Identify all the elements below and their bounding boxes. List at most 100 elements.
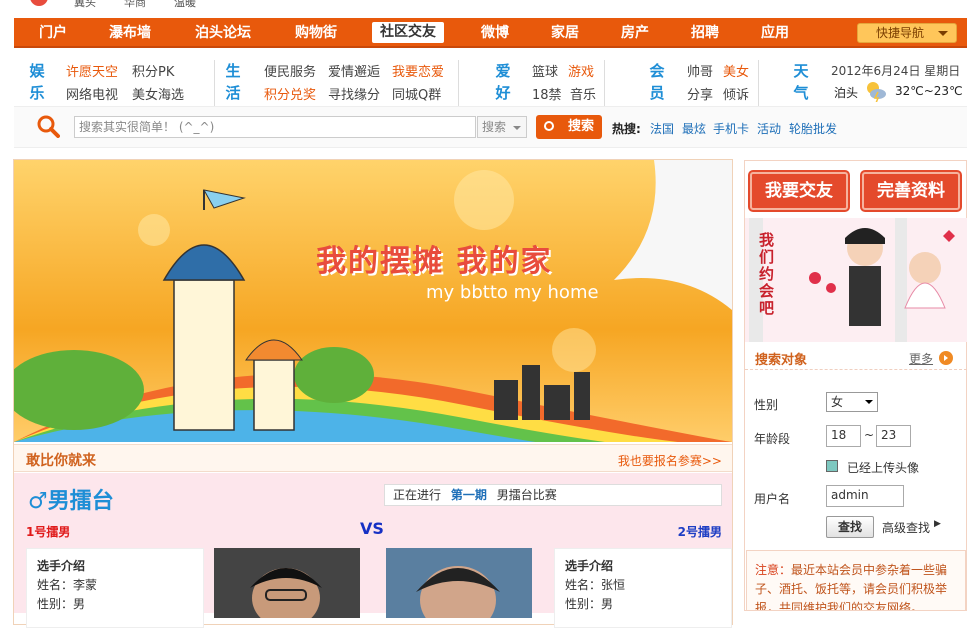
- nav-portal[interactable]: 门户: [34, 18, 72, 48]
- arena-title: ♂男擂台: [28, 489, 114, 514]
- link-confide[interactable]: 倾诉: [723, 84, 749, 103]
- search-button-label: 搜索: [567, 119, 594, 134]
- hot-search-label: 热搜:: [612, 122, 641, 136]
- complete-profile-button[interactable]: 完善资料: [862, 172, 960, 210]
- hot-word[interactable]: 活动: [757, 120, 781, 137]
- avatar-check-label: 已经上传头像: [847, 461, 920, 475]
- nav-jobs[interactable]: 招聘: [686, 18, 724, 48]
- gender-value: 女: [831, 395, 844, 409]
- nav-waterfall[interactable]: 瀑布墙: [104, 18, 156, 48]
- right-player-photo[interactable]: [386, 548, 532, 618]
- category-life-head: 生活: [225, 62, 241, 102]
- top-link[interactable]: 冀头: [74, 0, 96, 10]
- left-player-photo[interactable]: [214, 548, 360, 618]
- gender-select[interactable]: 女: [826, 392, 878, 412]
- chevron-down-icon: [513, 126, 521, 130]
- search-button[interactable]: 搜索: [536, 115, 602, 139]
- link-beauty-contest[interactable]: 美女海选: [132, 84, 184, 103]
- search-input[interactable]: 搜索其实很简单！ (^_^): [74, 116, 476, 138]
- avatar-checkbox[interactable]: [826, 460, 838, 472]
- arrow-right-icon[interactable]: [939, 351, 953, 365]
- link-share[interactable]: 分享: [687, 84, 713, 103]
- challenge-title: 敢比你就来: [26, 453, 96, 469]
- nav-estate[interactable]: 房产: [616, 18, 654, 48]
- username-input[interactable]: admin: [826, 485, 904, 507]
- right-label: 2号擂男: [677, 525, 722, 539]
- link-wish-sky[interactable]: 许愿天空: [66, 61, 118, 80]
- link-18[interactable]: 18禁: [532, 84, 562, 103]
- nav-weibo[interactable]: 微博: [476, 18, 514, 48]
- link-points-redeem[interactable]: 积分兑奖: [264, 84, 316, 103]
- link-beauty[interactable]: 美女: [723, 61, 749, 80]
- top-link[interactable]: 华商: [124, 0, 146, 10]
- player-gender: 性别：男: [37, 597, 86, 611]
- link-qq-groups[interactable]: 同城Q群: [392, 84, 441, 103]
- divider: [604, 60, 605, 106]
- link-find-fate[interactable]: 寻找缘分: [328, 84, 380, 103]
- hot-word[interactable]: 法国: [650, 120, 674, 137]
- top-link[interactable]: 温暖: [174, 0, 196, 10]
- link-music[interactable]: 音乐: [570, 84, 596, 103]
- status-round[interactable]: 第一期: [451, 488, 487, 502]
- sun-cloud-icon: [867, 82, 886, 102]
- category-member-head: 会员: [649, 62, 665, 102]
- age-to-input[interactable]: 23: [876, 425, 911, 447]
- search-icon: [544, 121, 554, 131]
- age-from-input[interactable]: 18: [826, 425, 861, 447]
- age-separator: ~: [864, 428, 875, 442]
- player-name: 姓名：李蒙: [37, 578, 98, 592]
- search-type-select[interactable]: 搜索: [477, 116, 527, 138]
- left-player-card: 选手介绍 姓名：李蒙 性别：男: [26, 548, 204, 628]
- quick-nav-button[interactable]: 快捷导航: [857, 23, 957, 43]
- player-photo-image: [416, 566, 500, 618]
- weather-city: 泊头: [834, 86, 859, 100]
- link-basketball[interactable]: 篮球: [532, 61, 558, 80]
- nav-forum[interactable]: 泊头论坛: [190, 18, 256, 48]
- vs-label: VS: [360, 519, 384, 538]
- more-link[interactable]: 更多: [909, 350, 933, 367]
- chevron-down-icon: [938, 31, 948, 36]
- link-handsome[interactable]: 帅哥: [687, 61, 713, 80]
- advanced-search-link[interactable]: 高级查找: [882, 519, 930, 536]
- make-friends-button[interactable]: 我要交友: [750, 172, 848, 210]
- status-text: 男擂台比赛: [496, 488, 557, 502]
- quick-nav-label: 快捷导航: [876, 26, 925, 40]
- player-intro-title: 选手介绍: [37, 559, 86, 573]
- challenge-bar: 敢比你就来 我也要报名参赛>>: [14, 444, 732, 472]
- love-text: 我们约会吧: [759, 231, 775, 317]
- nav-shopping[interactable]: 购物街: [290, 18, 342, 48]
- link-points-pk[interactable]: 积分PK: [132, 61, 174, 80]
- main-nav: 门户 瀑布墙 泊头论坛 购物街 社区交友 微博 家居 房产 招聘 应用 快捷导航: [14, 18, 967, 48]
- left-label: 1号擂男: [26, 525, 71, 539]
- arrow-right-icon: ▶: [934, 519, 941, 529]
- link-services[interactable]: 便民服务: [264, 61, 316, 80]
- link-love-encounter[interactable]: 爱情邂逅: [328, 61, 380, 80]
- player-name: 姓名：张恒: [565, 578, 626, 592]
- nav-home[interactable]: 家居: [546, 18, 584, 48]
- player-gender: 性别：男: [565, 597, 614, 611]
- gender-label: 性别: [754, 398, 779, 412]
- hot-word[interactable]: 最炫: [682, 120, 706, 137]
- link-want-love[interactable]: 我要恋爱: [392, 61, 444, 80]
- weather-temp: 32℃~23℃: [895, 84, 963, 98]
- player-intro-title: 选手介绍: [565, 559, 614, 573]
- nav-apps[interactable]: 应用: [756, 18, 794, 48]
- category-hobby-head: 爱好: [495, 62, 511, 102]
- signup-link[interactable]: 我也要报名参赛>>: [618, 452, 722, 469]
- weather-date: 2012年6月24日 星期日: [831, 64, 961, 78]
- search-icon: [37, 115, 60, 138]
- hot-word[interactable]: 手机卡: [713, 120, 749, 137]
- nav-community[interactable]: 社区交友: [372, 22, 444, 43]
- link-web-tv[interactable]: 网络电视: [66, 84, 118, 103]
- right-player-card: 选手介绍 姓名：张恒 性别：男: [554, 548, 732, 628]
- link-games[interactable]: 游戏: [568, 61, 594, 80]
- notice-label: 注意：: [755, 563, 792, 577]
- divider: [758, 60, 759, 106]
- divider: [214, 60, 215, 106]
- hero-banner[interactable]: 我的摆摊 我的家 my bbtto my home: [14, 160, 732, 442]
- find-button[interactable]: 查找: [826, 516, 874, 538]
- dating-ad[interactable]: 我们约会吧: [745, 218, 967, 342]
- hot-word[interactable]: 轮胎批发: [789, 120, 837, 137]
- username-label: 用户名: [754, 492, 791, 506]
- banner-subtitle: my bbtto my home: [426, 282, 599, 303]
